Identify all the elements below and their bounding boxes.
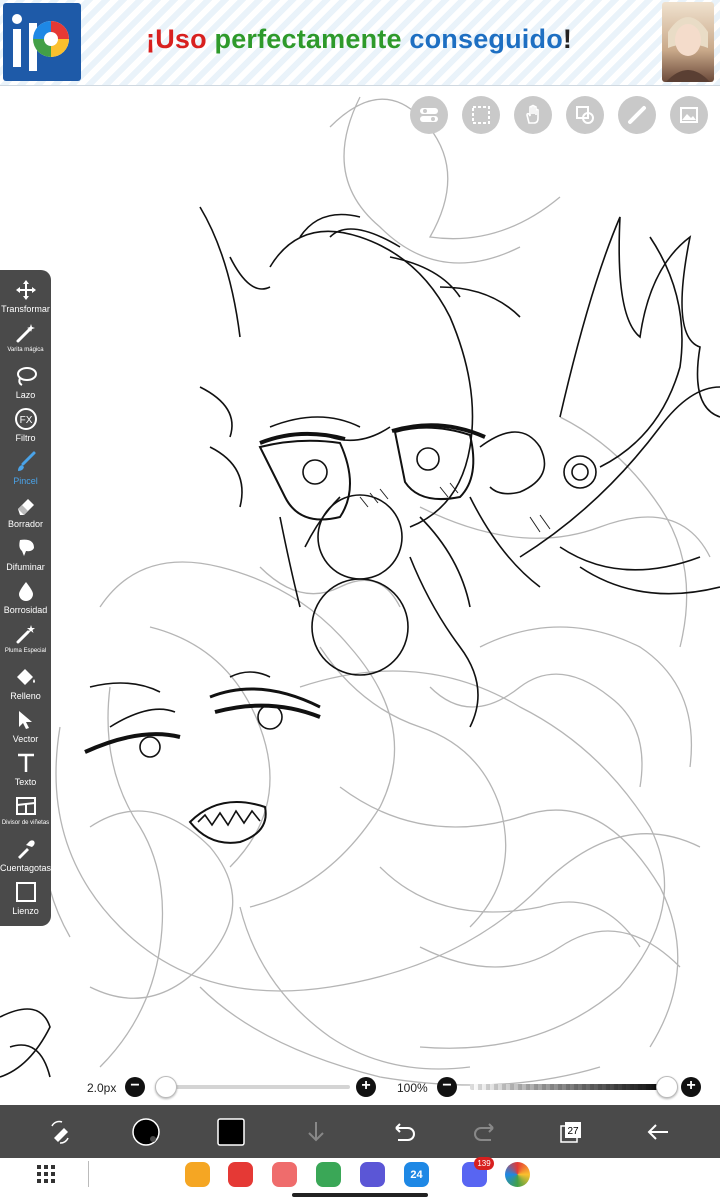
color-picker-icon[interactable] (126, 1113, 166, 1151)
tool-label: Cuentagotas (0, 863, 52, 873)
tool-eyedropper[interactable]: Cuentagotas (0, 837, 51, 873)
notification-badge: 139 (474, 1157, 494, 1170)
opacity-value: 100% (397, 1081, 428, 1095)
tool-text[interactable]: Texto (0, 751, 51, 787)
brush-size-minus-button[interactable]: − (125, 1077, 145, 1097)
tool-fill[interactable]: Relleno (0, 665, 51, 701)
tool-label: Borrador (7, 519, 43, 529)
app-drawer-icon[interactable] (36, 1164, 56, 1184)
tool-label: Transformar (1, 304, 50, 314)
tool-filter[interactable]: FX Filtro (0, 407, 51, 443)
tool-vector[interactable]: Vector (0, 708, 51, 744)
reference-image-icon[interactable] (670, 96, 708, 134)
undo-icon[interactable] (382, 1113, 422, 1151)
fx-icon: FX (14, 408, 37, 430)
tool-smudge[interactable]: Difuminar (0, 536, 51, 572)
layer-count: 27 (567, 1126, 579, 1137)
opacity-slider-track[interactable] (470, 1084, 670, 1090)
tool-label: Relleno (10, 691, 41, 701)
fill-icon (16, 669, 35, 685)
magic-wand-icon (16, 324, 35, 343)
copy-paste-icon[interactable] (566, 96, 604, 134)
secondary-color-icon[interactable] (211, 1113, 251, 1151)
brush-size-plus-button[interactable]: + (356, 1077, 376, 1097)
tool-blur[interactable]: Borrosidad (0, 579, 51, 615)
calculator-app-icon[interactable] (316, 1162, 341, 1187)
tool-special-pen[interactable]: Pluma Especial (0, 622, 51, 654)
hand-icon[interactable] (514, 96, 552, 134)
opacity-plus-button[interactable]: + (681, 1077, 701, 1097)
tool-brush[interactable]: Pincel (0, 450, 51, 486)
special-pen-icon (16, 625, 35, 644)
notes-app-icon[interactable] (228, 1162, 253, 1187)
eraser-icon (17, 499, 34, 515)
taskbar-divider (88, 1161, 89, 1187)
redo-icon[interactable] (467, 1113, 507, 1151)
contacts-app-icon[interactable] (272, 1162, 297, 1187)
selection-icon[interactable] (462, 96, 500, 134)
tool-label: Pluma Especial (4, 648, 47, 654)
ad-text-part: perfectamente (214, 24, 410, 54)
frame-divider-icon (15, 797, 36, 815)
vector-cursor-icon (18, 711, 32, 729)
ad-character-image (662, 2, 714, 82)
gesture-handle[interactable] (292, 1193, 428, 1197)
ad-text-part: ! (562, 24, 573, 54)
opacity-slider-thumb[interactable] (656, 1076, 678, 1098)
tool-swap-icon[interactable] (40, 1113, 80, 1151)
tool-label: Varita mágica (7, 347, 44, 353)
brush-sliders: 2.0px − + 100% − + (0, 1072, 720, 1102)
canvas-icon (15, 882, 36, 902)
move-icon (15, 280, 36, 300)
tool-label: Pincel (13, 476, 38, 486)
brush-size-value: 2.0px (87, 1081, 117, 1095)
ad-headline: ¡Uso perfectamente conseguido! (146, 24, 572, 55)
ruler-icon[interactable] (618, 96, 656, 134)
app-window: ¡Uso perfectamente conseguido! Transform… (0, 0, 720, 1200)
tool-eraser[interactable]: Borrador (0, 493, 51, 529)
brush-icon (17, 451, 35, 471)
download-icon[interactable] (296, 1113, 336, 1151)
tool-frame-divider[interactable]: Divisor de viñetas (0, 794, 51, 826)
tool-label: Filtro (15, 433, 36, 443)
tool-label: Texto (14, 777, 37, 787)
ad-banner[interactable]: ¡Uso perfectamente conseguido! (0, 0, 720, 86)
ad-text-part: conseguido (409, 24, 563, 54)
ibispaint-app-icon[interactable] (505, 1162, 530, 1187)
layers-icon[interactable]: 27 (552, 1113, 592, 1151)
lasso-icon (16, 367, 37, 386)
tool-label: Vector (12, 734, 39, 744)
opacity-minus-button[interactable]: − (437, 1077, 457, 1097)
ibispaint-logo-icon (3, 3, 81, 81)
drop-icon (18, 582, 33, 601)
text-icon (17, 753, 34, 772)
calendar-day-label: 24 (410, 1169, 423, 1181)
tool-canvas[interactable]: Lienzo (0, 880, 51, 916)
back-icon[interactable] (638, 1113, 678, 1151)
tool-label: Lazo (15, 390, 36, 400)
tool-transform[interactable]: Transformar (0, 278, 51, 314)
tool-label: Difuminar (6, 562, 45, 572)
bottom-toolbar: 27 (0, 1105, 720, 1158)
tool-lasso[interactable]: Lazo (0, 364, 51, 400)
files-app-icon[interactable] (185, 1162, 210, 1187)
brush-size-slider-track[interactable] (160, 1085, 350, 1089)
tool-label: Borrosidad (3, 605, 48, 615)
ad-text-part: ¡Uso (146, 24, 215, 54)
blur-icon (18, 539, 34, 556)
quick-tools-bar (410, 96, 708, 134)
svg-text:FX: FX (19, 415, 32, 426)
tool-magic-wand[interactable]: Varita mágica (0, 321, 51, 353)
tool-label: Divisor de viñetas (1, 820, 50, 826)
eyedropper-icon (17, 840, 35, 859)
artwork-sketch (0, 96, 720, 1086)
browser-app-icon[interactable] (360, 1162, 385, 1187)
layers-toggle-icon[interactable] (410, 96, 448, 134)
drawing-canvas[interactable] (0, 87, 720, 1105)
tool-palette: Transformar Varita mágica Lazo FX Filtro… (0, 270, 51, 926)
tool-label: Lienzo (12, 906, 39, 916)
brush-size-slider-thumb[interactable] (155, 1076, 177, 1098)
